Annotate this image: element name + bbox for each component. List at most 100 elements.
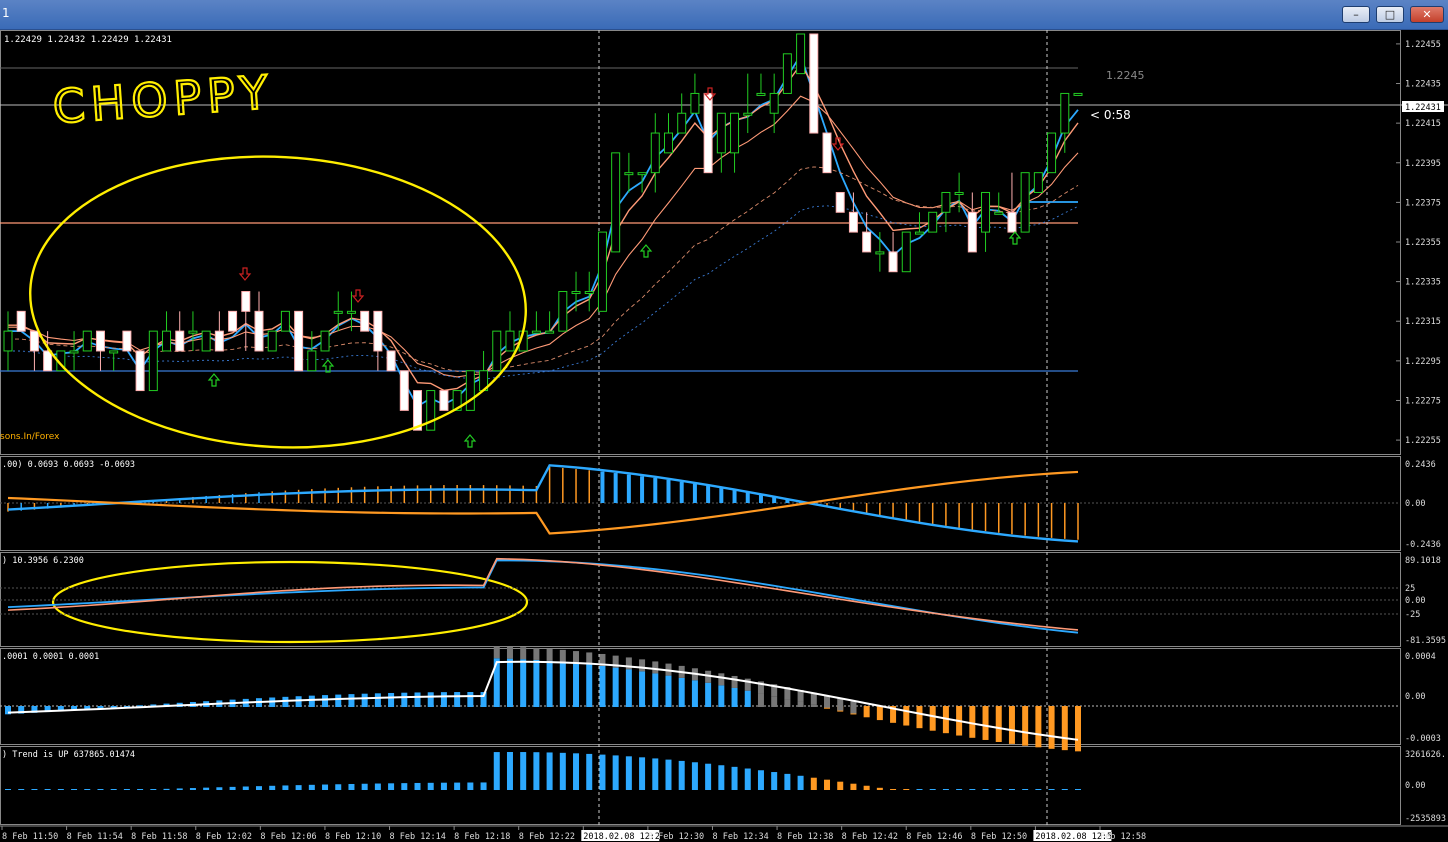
candle[interactable] [386, 350, 396, 372]
candle[interactable] [465, 370, 475, 411]
histogram-bar [652, 758, 659, 790]
time-axis-label: 8 Feb 12:22 [519, 832, 575, 842]
histogram-bar [546, 660, 553, 707]
candle[interactable] [624, 152, 634, 193]
candle[interactable] [228, 310, 238, 332]
candle[interactable] [148, 330, 158, 392]
candle[interactable] [3, 311, 13, 371]
histogram-bar [467, 782, 474, 790]
candle[interactable] [267, 330, 277, 352]
candle[interactable] [175, 311, 185, 352]
candle[interactable] [716, 112, 726, 173]
candle-body [848, 211, 858, 233]
candle[interactable] [809, 33, 819, 134]
candle[interactable] [241, 291, 251, 351]
histogram-bar [203, 787, 210, 790]
candle[interactable] [426, 390, 436, 431]
arrow-down-icon [238, 267, 252, 281]
candle-body [611, 152, 621, 253]
candle[interactable] [822, 132, 832, 174]
indicator-panel-1[interactable]: .00) 0.0693 0.0693 -0.0693 0.2436 0.00 -0.2… [0, 460, 1441, 550]
candle[interactable] [690, 73, 700, 114]
candle[interactable] [928, 211, 938, 233]
candle[interactable] [294, 310, 304, 372]
candle[interactable] [611, 152, 621, 253]
histogram-bar [718, 765, 725, 790]
candle[interactable] [769, 73, 779, 134]
candle[interactable] [333, 291, 343, 332]
candle[interactable] [597, 231, 607, 312]
candle[interactable] [796, 33, 806, 75]
candle[interactable] [214, 311, 224, 352]
indicator-panel-2[interactable]: ) 10.3956 6.2300 89.1018 25 0.00 -25 -81.3595 [0, 556, 1446, 646]
candle[interactable] [135, 350, 145, 392]
price-axis-label: 1.22395 [1405, 159, 1441, 169]
histogram-bar [414, 692, 421, 707]
candle[interactable] [677, 93, 687, 134]
candle[interactable] [280, 310, 290, 332]
close-button[interactable]: ✕ [1410, 6, 1444, 23]
candle[interactable] [439, 390, 449, 411]
indicator-panel-3[interactable]: .0001 0.0001 0.0001 0.0004 0.00 -0.0003 [0, 646, 1441, 752]
candle[interactable] [743, 73, 753, 134]
candle[interactable] [981, 191, 991, 252]
candle[interactable] [703, 92, 713, 174]
candle[interactable] [730, 112, 740, 173]
chart-canvas[interactable]: 1.22429 1.22432 1.22429 1.22431 sons.In/… [0, 30, 1448, 842]
candle[interactable] [901, 231, 911, 273]
candle[interactable] [663, 113, 673, 154]
candle[interactable] [1073, 92, 1083, 96]
restore-button[interactable]: □ [1376, 6, 1404, 23]
price-axis-label: 1.22295 [1405, 357, 1441, 367]
candle-body [981, 191, 991, 233]
candle[interactable] [360, 310, 370, 332]
candle[interactable] [82, 330, 92, 352]
indicator-panel-4[interactable]: ) Trend is UP 637865.01474 3261626. 0.00 -2… [2, 750, 1446, 824]
candle-body [663, 132, 673, 154]
candle[interactable] [16, 310, 26, 332]
window-titlebar[interactable]: 1 – □ ✕ [0, 0, 1448, 30]
candle[interactable] [162, 311, 172, 352]
candle[interactable] [1020, 172, 1030, 233]
candle[interactable] [941, 191, 951, 233]
histogram-bar [388, 692, 395, 707]
histogram-bar [903, 789, 910, 790]
candle[interactable] [756, 73, 766, 96]
candle[interactable] [320, 330, 330, 352]
candle[interactable] [95, 330, 105, 371]
candle[interactable] [862, 212, 872, 253]
candle[interactable] [888, 232, 898, 273]
histogram-bar [705, 682, 712, 707]
candle[interactable] [69, 331, 79, 371]
candle-body [16, 310, 26, 332]
candle[interactable] [1007, 172, 1017, 233]
candle[interactable] [967, 192, 977, 253]
candle-body [360, 310, 370, 332]
candle[interactable] [399, 370, 409, 411]
candle[interactable] [373, 310, 383, 371]
candle[interactable] [1060, 92, 1070, 153]
candle[interactable] [29, 330, 39, 371]
candle[interactable] [188, 311, 198, 351]
candle[interactable] [492, 330, 502, 372]
candle[interactable] [109, 350, 119, 371]
candle[interactable] [584, 271, 594, 312]
candle[interactable] [650, 113, 660, 193]
candle[interactable] [254, 291, 264, 352]
candle[interactable] [479, 350, 489, 392]
minimize-button[interactable]: – [1342, 6, 1370, 23]
oscillator-line [7, 559, 1079, 634]
candle[interactable] [1033, 172, 1043, 193]
candle[interactable] [201, 330, 211, 352]
candle[interactable] [531, 311, 541, 334]
candle[interactable] [835, 191, 845, 213]
chart-area[interactable]: 1.22429 1.22432 1.22429 1.22431 sons.In/… [0, 30, 1448, 842]
candle[interactable] [558, 291, 568, 332]
candle[interactable] [413, 390, 423, 431]
candle-body [624, 172, 634, 176]
price-axis-label: 1.22455 [1405, 40, 1441, 50]
candle[interactable] [1047, 132, 1057, 174]
candle[interactable] [782, 53, 792, 94]
candle[interactable] [122, 330, 132, 352]
candle[interactable] [505, 311, 515, 352]
